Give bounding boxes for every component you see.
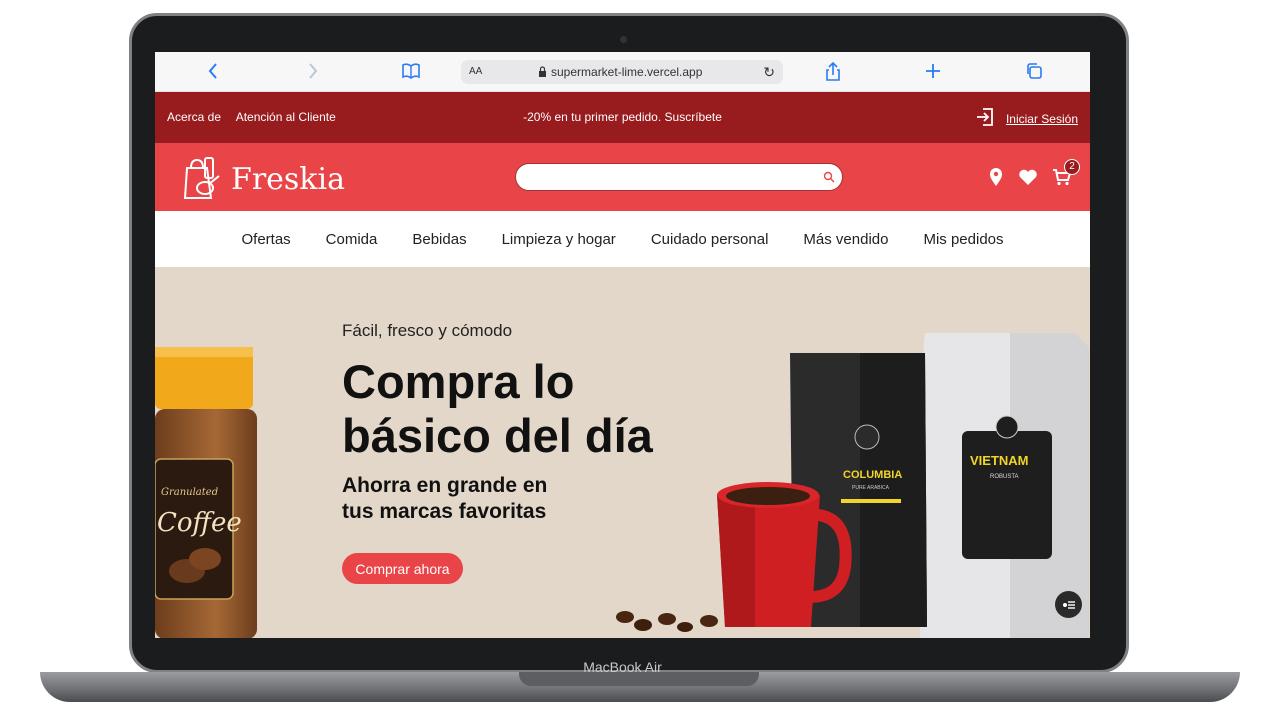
- cart-count-badge: 2: [1064, 159, 1080, 175]
- text-size-button[interactable]: AA: [469, 60, 482, 84]
- heart-icon[interactable]: [1018, 168, 1038, 191]
- nav-item-mas-vendido[interactable]: Más vendido: [803, 231, 888, 248]
- promo-text[interactable]: -20% en tu primer pedido. Suscríbete: [155, 110, 1090, 124]
- category-nav: Ofertas Comida Bebidas Limpieza y hogar …: [155, 211, 1090, 267]
- search-input[interactable]: [526, 168, 806, 186]
- address-bar[interactable]: AA supermarket-lime.vercel.app ↻: [461, 60, 783, 84]
- share-icon[interactable]: [825, 61, 841, 86]
- tabs-icon[interactable]: [1025, 62, 1043, 84]
- nav-item-ofertas[interactable]: Ofertas: [241, 231, 290, 248]
- search-bar[interactable]: [515, 163, 843, 191]
- promo-bar: Acerca de Atención al Cliente -20% en tu…: [155, 92, 1090, 143]
- nav-item-limpieza[interactable]: Limpieza y hogar: [502, 231, 616, 248]
- jar-label-top: Granulated: [161, 487, 218, 498]
- brand-name: Freskia: [231, 162, 345, 197]
- back-icon[interactable]: [207, 62, 219, 84]
- nav-item-bebidas[interactable]: Bebidas: [412, 231, 466, 248]
- nav-item-comida[interactable]: Comida: [326, 231, 378, 248]
- device-label: MacBook Air: [583, 659, 662, 675]
- coffee-jar-image: Granulated Coffee: [155, 347, 257, 638]
- hero-banner: Granulated Coffee Fácil, fresco y cómodo…: [155, 267, 1090, 638]
- bookmarks-icon[interactable]: [401, 62, 421, 84]
- reload-icon[interactable]: ↻: [763, 60, 775, 84]
- login-link[interactable]: Iniciar Sesión: [1006, 112, 1078, 126]
- hero-subtitle-line-2: tus marcas favoritas: [342, 500, 547, 523]
- chat-icon: [1062, 600, 1075, 609]
- coffee-products-image: VIETNAM ROBUSTA COLUMBIA PURE ARABICA: [616, 333, 1089, 638]
- nav-item-cuidado-personal[interactable]: Cuidado personal: [651, 231, 769, 248]
- hero-subtitle-line-1: Ahorra en grande en: [342, 474, 548, 497]
- browser-toolbar: AA supermarket-lime.vercel.app ↻: [155, 52, 1090, 92]
- forward-icon[interactable]: [307, 62, 319, 84]
- lock-icon: [538, 60, 547, 92]
- hero-subtitle: Ahorra en grande en tus marcas favoritas: [342, 473, 582, 525]
- location-icon[interactable]: [988, 167, 1004, 192]
- shop-now-button[interactable]: Comprar ahora: [342, 553, 463, 584]
- search-button[interactable]: [818, 166, 840, 188]
- search-icon: [823, 171, 835, 183]
- login-icon[interactable]: [976, 107, 994, 130]
- bag-vietnam-label: VIETNAM: [970, 453, 1029, 468]
- hero-eyebrow: Fácil, fresco y cómodo: [342, 321, 513, 340]
- jar-label-main: Coffee: [157, 508, 242, 538]
- cart-button[interactable]: 2: [1052, 159, 1080, 191]
- grocery-bag-icon: [183, 154, 223, 205]
- brand-logo[interactable]: Freskia: [183, 154, 345, 205]
- nav-item-mis-pedidos[interactable]: Mis pedidos: [923, 231, 1003, 248]
- site-header: Freskia 2: [155, 143, 1090, 211]
- bag-columbia-label: COLUMBIA: [843, 469, 902, 481]
- url-text: supermarket-lime.vercel.app: [551, 65, 703, 79]
- camera: [620, 36, 627, 43]
- bag-columbia-sub: PURE ARABICA: [852, 485, 890, 491]
- bag-vietnam-sub: ROBUSTA: [990, 474, 1019, 480]
- chat-button[interactable]: [1055, 591, 1082, 618]
- new-tab-icon[interactable]: [925, 62, 941, 84]
- screen: AA supermarket-lime.vercel.app ↻ Acerca …: [155, 52, 1090, 638]
